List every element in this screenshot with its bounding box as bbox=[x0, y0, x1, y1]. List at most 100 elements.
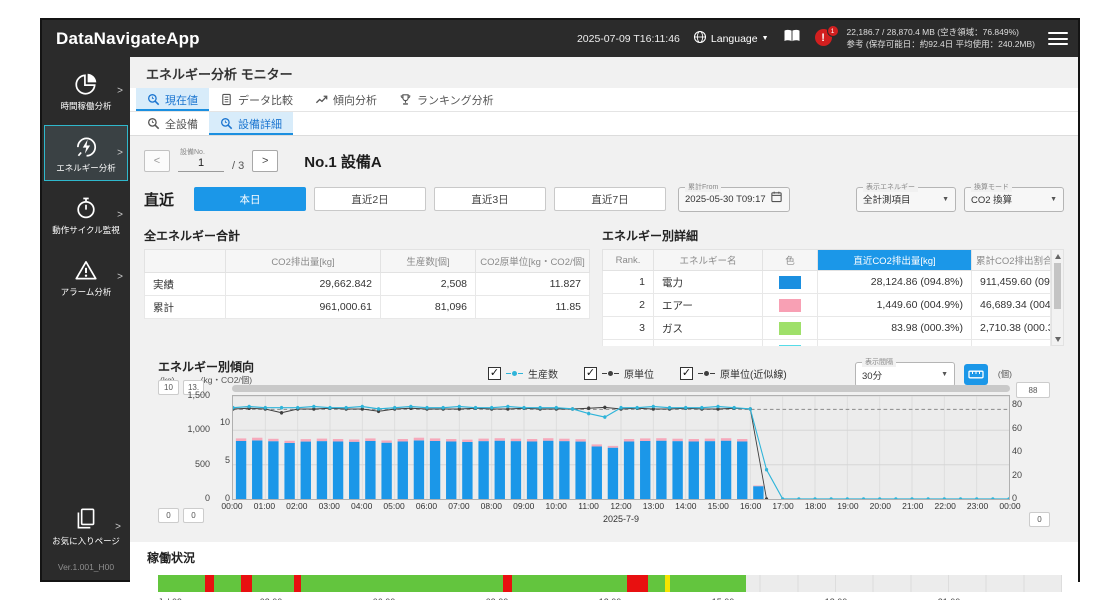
sidebar-item-2[interactable]: 動作サイクル監視 > bbox=[44, 187, 128, 243]
storage-info: 22,186.7 / 28,870.4 MB (空き領域：76.849%) 参考… bbox=[847, 27, 1035, 49]
period-button-1[interactable]: 直近2日 bbox=[314, 187, 426, 211]
energy-detail-panel: エネルギー別詳細 Rank. エネルギー名 色 直近CO2排出量[kg] 累計C… bbox=[602, 227, 1064, 346]
x-axis-tick: 18:00 bbox=[805, 501, 826, 511]
x-axis-tick: 11:00 bbox=[578, 501, 599, 511]
conversion-mode-select[interactable]: 換算モード CO2 換算 ▼ bbox=[964, 187, 1064, 212]
tab-0[interactable]: 全設備 bbox=[136, 112, 209, 135]
caret-down-icon: ▼ bbox=[762, 35, 769, 42]
operation-status-title: 稼働状況 bbox=[144, 549, 1064, 566]
page-title: エネルギー分析 モニター bbox=[130, 57, 1078, 88]
y-axis-right-tick: 60 bbox=[1012, 423, 1034, 433]
tab-1[interactable]: 設備詳細 bbox=[209, 112, 293, 135]
checkbox-checked-icon[interactable]: ✓ bbox=[488, 367, 501, 380]
x-axis-tick: 20:00 bbox=[870, 501, 891, 511]
caret-down-icon: ▼ bbox=[1050, 196, 1057, 203]
x-axis-tick: 13:00 bbox=[643, 501, 664, 511]
detail-table-row[interactable]: 2 エアー 1,449.60 (004.9%) 46,689.34 (004.9… bbox=[603, 294, 1051, 317]
tab-2[interactable]: 傾向分析 bbox=[304, 88, 388, 111]
sidebar: 時間稼働分析 > エネルギー分析 > 動作サイクル監視 > アラーム分析 > お… bbox=[42, 57, 130, 580]
calendar-icon bbox=[770, 190, 783, 208]
checkbox-checked-icon[interactable]: ✓ bbox=[680, 367, 693, 380]
axis-min-input-count[interactable]: 0 bbox=[1029, 512, 1050, 527]
total-table-row: 実績 29,662.842 2,508 11.827 bbox=[145, 273, 590, 296]
detail-table-row[interactable]: 1 電力 28,124.86 (094.8%) 911,459.60 (094.… bbox=[603, 271, 1051, 294]
alert-icon[interactable]: ! 1 bbox=[815, 29, 834, 48]
magnifier-icon bbox=[147, 93, 160, 106]
y-axis-tick: 1,500 bbox=[164, 390, 210, 400]
scrollbar-thumb[interactable] bbox=[1054, 263, 1061, 309]
sort-cumulative-header[interactable]: 累計CO2排出割合[%] bbox=[972, 250, 1051, 271]
y-axis-tick: 1,000 bbox=[164, 424, 210, 434]
scroll-down-icon[interactable] bbox=[1052, 333, 1063, 345]
chevron-right-icon: > bbox=[117, 86, 123, 97]
trend-section: エネルギー別傾向 (kg)(kg・CO2/個) ✓ 生産数 ✓ 原単位 ✓ 原単… bbox=[158, 358, 1050, 530]
tab-3[interactable]: ランキング分析 bbox=[388, 88, 505, 111]
total-energy-panel: 全エネルギー合計 CO2排出量[kg] 生産数[個] CO2原単位[kg・CO2… bbox=[144, 227, 590, 346]
legend-toggle-2[interactable]: ✓ 原単位(近似線) bbox=[680, 366, 787, 381]
energy-color-swatch bbox=[779, 276, 801, 289]
trophy-icon bbox=[399, 93, 412, 106]
manual-book-icon[interactable] bbox=[782, 28, 802, 49]
interval-select[interactable]: 表示間隔 30分 ▼ bbox=[855, 362, 955, 387]
period-button-2[interactable]: 直近3日 bbox=[434, 187, 546, 211]
detail-table-row[interactable]: 3 ガス 83.98 (000.3%) 2,710.38 (000.3%) bbox=[603, 317, 1051, 340]
doc-icon bbox=[220, 93, 233, 106]
scroll-up-icon[interactable] bbox=[1052, 250, 1063, 262]
y-axis2-tick: 10 bbox=[216, 417, 230, 427]
period-button-3[interactable]: 直近7日 bbox=[554, 187, 666, 211]
checkbox-checked-icon[interactable]: ✓ bbox=[584, 367, 597, 380]
trend-legend: ✓ 生産数 ✓ 原単位 ✓ 原単位(近似線) bbox=[488, 366, 787, 381]
tab-0[interactable]: 現在値 bbox=[136, 88, 209, 111]
sort-recent-co2-header[interactable]: 直近CO2排出量[kg] bbox=[818, 250, 972, 271]
prev-equipment-button[interactable]: < bbox=[144, 150, 170, 172]
x-axis-tick: 03:00 bbox=[319, 501, 340, 511]
axis-min-input-co2[interactable]: 0 bbox=[183, 508, 204, 523]
display-energy-select[interactable]: 表示エネルギー 全計測項目 ▼ bbox=[856, 187, 956, 212]
trend-chart bbox=[232, 395, 1010, 500]
y-axis-tick: 0 bbox=[164, 493, 210, 503]
operation-status-timeline bbox=[158, 575, 1062, 592]
language-menu[interactable]: Language▼ bbox=[693, 30, 769, 47]
legend-toggle-0[interactable]: ✓ 生産数 bbox=[488, 366, 558, 381]
x-axis-tick: 23:00 bbox=[967, 501, 988, 511]
y-axis-right-tick: 80 bbox=[1012, 399, 1034, 409]
version-label: Ver.1.001_H00 bbox=[42, 562, 130, 572]
energy-detail-table: Rank. エネルギー名 色 直近CO2排出量[kg] 累計CO2排出割合[%]… bbox=[602, 249, 1051, 346]
next-equipment-button[interactable]: > bbox=[252, 150, 278, 172]
screen: DataNavigateApp 2025-07-09 T16:11:46 Lan… bbox=[0, 0, 1120, 600]
stop-segment bbox=[627, 575, 648, 592]
x-axis-tick: 12:00 bbox=[610, 501, 631, 511]
period-button-0[interactable]: 本日 bbox=[194, 187, 306, 211]
x-axis-tick: 05:00 bbox=[383, 501, 404, 511]
legend-marker bbox=[602, 371, 619, 376]
tab-1[interactable]: データ比較 bbox=[209, 88, 304, 111]
chevron-right-icon: > bbox=[115, 521, 121, 532]
stop-segment bbox=[205, 575, 214, 592]
detail-table-row[interactable]: 4 水 1.48 (000.0%) 144.32 (000.0%) bbox=[603, 340, 1051, 347]
ruler-scale-button[interactable] bbox=[964, 364, 988, 385]
x-axis-tick: 22:00 bbox=[935, 501, 956, 511]
period-controls: 直近 本日直近2日直近3日直近7日 累計From 2025-05-30 T09:… bbox=[144, 185, 1064, 213]
equipment-number-field[interactable]: 設備No. 1 bbox=[178, 157, 224, 172]
detail-table-scrollbar[interactable] bbox=[1051, 249, 1064, 346]
energy-color-swatch bbox=[779, 299, 801, 312]
x-axis-tick: 14:00 bbox=[675, 501, 696, 511]
chart-horizontal-scrollbar[interactable] bbox=[232, 385, 1010, 392]
unit-co2-label: (kg・CO2/個) bbox=[201, 375, 252, 385]
total-energy-table: CO2排出量[kg] 生産数[個] CO2原単位[kg・CO2/個] 実績 29… bbox=[144, 249, 590, 319]
sidebar-item-3[interactable]: アラーム分析 > bbox=[44, 249, 128, 305]
menu-icon[interactable] bbox=[1048, 32, 1068, 45]
cumulative-from-field[interactable]: 累計From 2025-05-30 T09:17 bbox=[678, 187, 790, 212]
equipment-name: No.1 設備A bbox=[304, 151, 382, 172]
sidebar-item-favorites[interactable]: お気に入りページ > bbox=[46, 499, 126, 554]
axis-max-input-count[interactable]: 88 bbox=[1016, 382, 1050, 398]
axis-min-input-kg[interactable]: 0 bbox=[158, 508, 179, 523]
magnifier-icon bbox=[147, 117, 160, 130]
legend-toggle-1[interactable]: ✓ 原単位 bbox=[584, 366, 654, 381]
equipment-number-label: 設備No. bbox=[180, 147, 205, 157]
pie-chart-icon bbox=[73, 71, 99, 97]
energy-color-swatch bbox=[779, 345, 801, 347]
legend-marker bbox=[698, 371, 715, 376]
sidebar-item-1[interactable]: エネルギー分析 > bbox=[44, 125, 128, 181]
sidebar-item-0[interactable]: 時間稼働分析 > bbox=[44, 63, 128, 119]
